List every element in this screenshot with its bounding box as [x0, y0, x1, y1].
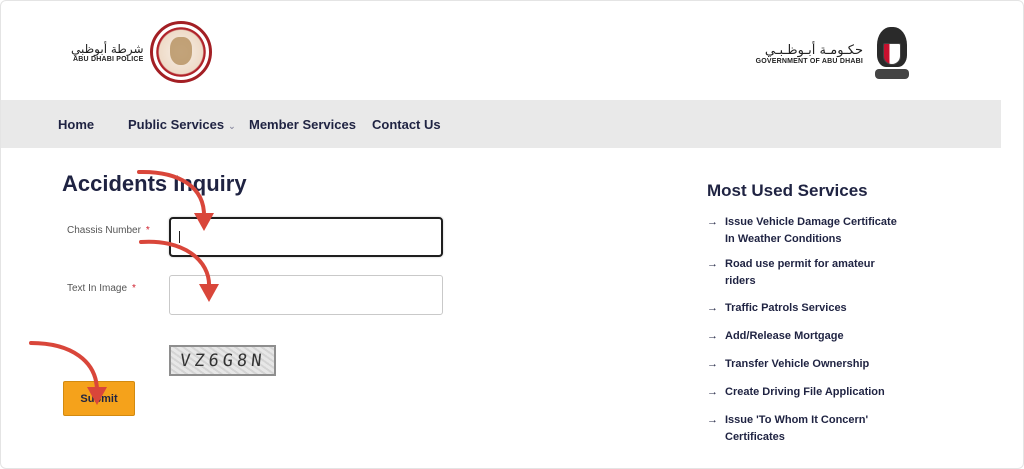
text-caret: [179, 231, 180, 243]
service-link-label: Issue Vehicle Damage Certificate In Weat…: [725, 216, 897, 245]
main-nav: Home Public Services ⌄ Member Services Co…: [1, 100, 1001, 148]
government-logo-arabic: حكـومـة أبـوظـبـي: [764, 43, 863, 58]
nav-item-home[interactable]: Home: [58, 117, 94, 132]
chevron-down-icon: ⌄: [228, 121, 236, 131]
government-logo-text: حكـومـة أبـوظـبـي GOVERNMENT OF ABU DHAB…: [756, 43, 863, 65]
arrow-right-icon: →: [707, 258, 718, 270]
arrow-right-icon: →: [707, 330, 718, 342]
service-link-label: Road use permit for amateur riders: [725, 258, 875, 287]
required-asterisk: *: [132, 283, 136, 294]
falcon-emblem-icon: [871, 23, 913, 85]
captcha-image: VZ6G8N: [169, 345, 276, 376]
arrow-right-icon: →: [707, 302, 718, 314]
service-link-whom-it-concern[interactable]: → Issue 'To Whom It Concern' Certificates: [707, 412, 937, 446]
arrow-right-icon: →: [707, 386, 718, 398]
police-logo-arabic: شرطة أبوظبي: [71, 41, 144, 56]
service-link-label: Create Driving File Application: [725, 386, 885, 398]
service-link-road-permit[interactable]: → Road use permit for amateur riders: [707, 256, 937, 290]
service-link-label: Issue 'To Whom It Concern' Certificates: [725, 414, 869, 443]
text-in-image-label-text: Text In Image: [67, 283, 128, 294]
service-link-driving-file[interactable]: → Create Driving File Application: [707, 384, 937, 401]
service-link-traffic-patrols[interactable]: → Traffic Patrols Services: [707, 300, 937, 317]
service-link-label: Transfer Vehicle Ownership: [725, 358, 870, 370]
government-abu-dhabi-logo[interactable]: حكـومـة أبـوظـبـي GOVERNMENT OF ABU DHAB…: [756, 21, 913, 87]
police-logo-text: شرطة أبوظبي ABU DHABI POLICE: [71, 42, 144, 63]
arrow-right-icon: →: [707, 414, 718, 426]
required-asterisk: *: [145, 225, 150, 236]
nav-item-public-services-label: Public Services: [128, 117, 225, 132]
nav-item-member-services[interactable]: Member Services: [249, 117, 356, 132]
service-link-mortgage[interactable]: → Add/Release Mortgage: [707, 328, 937, 345]
arrow-right-icon: →: [707, 358, 718, 370]
text-in-image-label: Text In Image *: [67, 283, 136, 294]
page-title: Accidents Inquiry: [62, 171, 247, 196]
most-used-services-title: Most Used Services: [707, 181, 868, 200]
nav-item-contact-us[interactable]: Contact Us: [372, 117, 441, 132]
service-link-label: Traffic Patrols Services: [725, 302, 847, 314]
submit-button[interactable]: Submit: [63, 381, 135, 416]
police-seal-icon: [149, 21, 212, 83]
service-link-weather-damage[interactable]: → Issue Vehicle Damage Certificate In Wea…: [707, 214, 937, 248]
chassis-number-input[interactable]: [169, 217, 443, 257]
most-used-services-list: → Issue Vehicle Damage Certificate In Wea…: [707, 214, 937, 446]
government-logo-english: GOVERNMENT OF ABU DHABI: [755, 58, 863, 65]
service-link-transfer-ownership[interactable]: → Transfer Vehicle Ownership: [707, 356, 937, 373]
captcha-text: VZ6G8N: [178, 350, 267, 371]
police-logo-english: ABU DHABI POLICE: [73, 55, 144, 63]
arrow-right-icon: →: [707, 216, 718, 228]
service-link-label: Add/Release Mortgage: [725, 330, 844, 342]
abu-dhabi-police-logo[interactable]: شرطة أبوظبي ABU DHABI POLICE: [71, 17, 212, 87]
chassis-number-label-text: Chassis Number: [67, 225, 141, 236]
page: شرطة أبوظبي ABU DHABI POLICE حكـومـة أبـ…: [0, 0, 1024, 469]
chassis-number-label: Chassis Number *: [67, 225, 150, 236]
text-in-image-input[interactable]: [169, 275, 443, 315]
nav-item-public-services[interactable]: Public Services ⌄: [128, 117, 236, 132]
